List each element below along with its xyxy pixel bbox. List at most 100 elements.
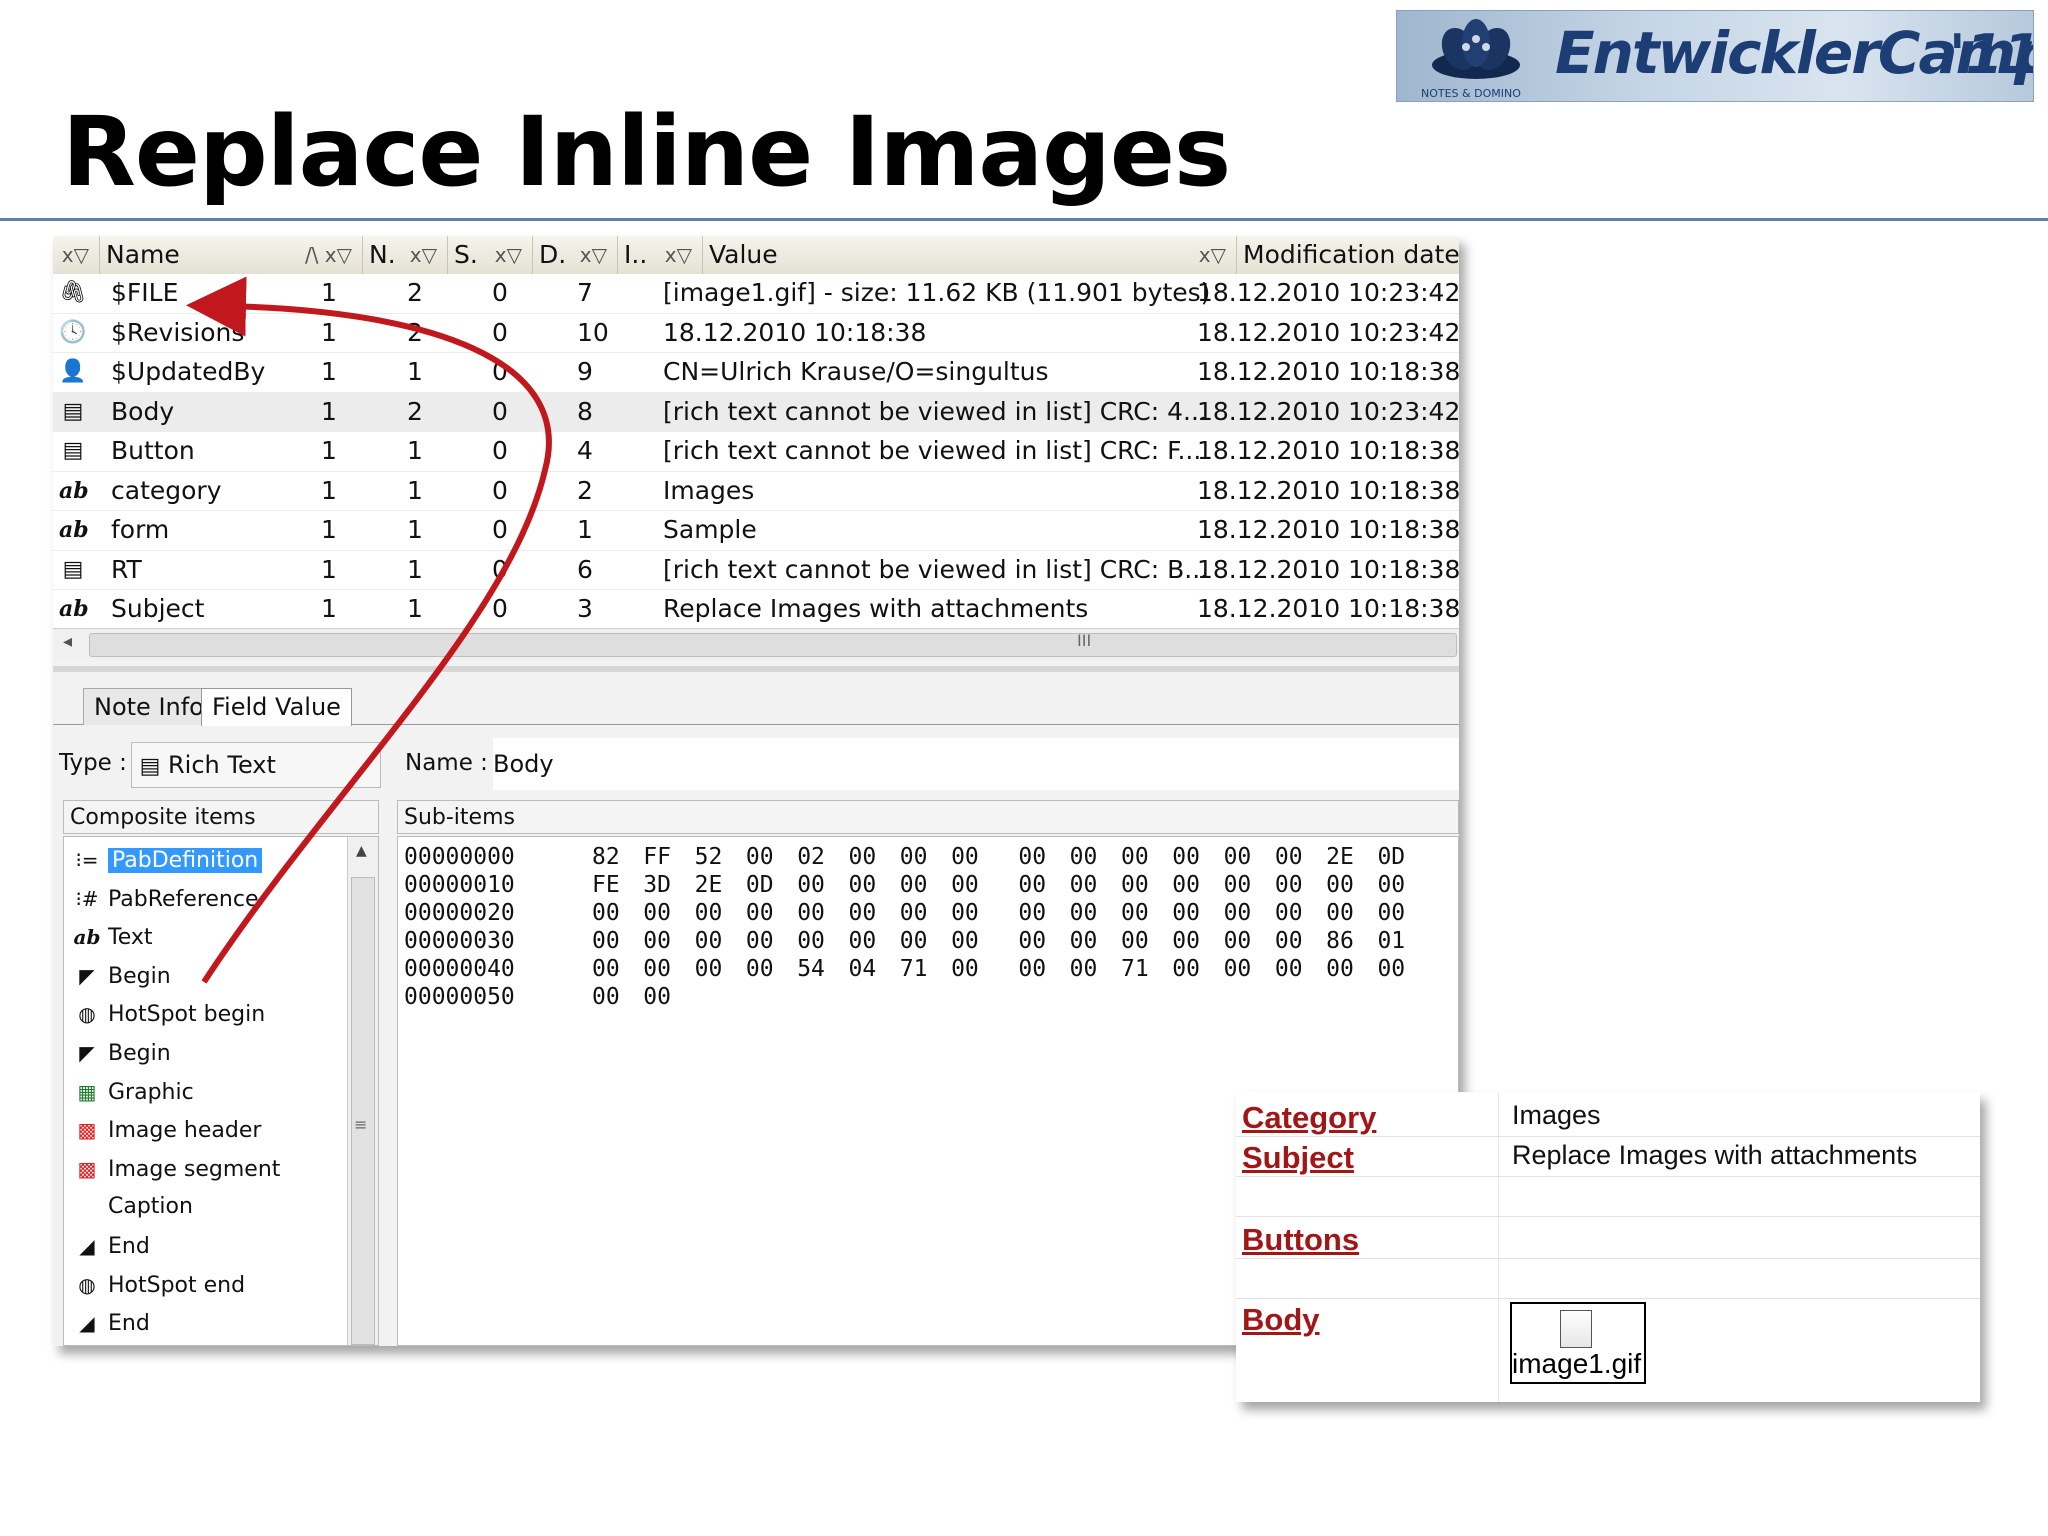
grid-header: x▽ Name/\ x▽ N. x▽ S. x▽ D. x▽ I.. x▽ Value x… bbox=[53, 236, 1460, 275]
paperclip-icon: 🖇 bbox=[59, 280, 87, 305]
composite-item[interactable]: ab Text bbox=[72, 920, 153, 954]
revisions-icon: 🕓 bbox=[59, 319, 87, 345]
cell-n: 1 bbox=[321, 436, 337, 465]
composite-item[interactable]: ◤ Begin bbox=[72, 1036, 170, 1070]
column-header-modification-date[interactable]: Modification date bbox=[1236, 236, 1460, 274]
filter-column-header[interactable]: x▽ bbox=[53, 236, 99, 274]
cell-d: 0 bbox=[492, 554, 508, 584]
column-header-name[interactable]: Name/\ x▽ bbox=[99, 236, 362, 274]
composite-item[interactable]: ▩ Image segment bbox=[72, 1152, 281, 1186]
composite-item[interactable]: ▦ Graphic bbox=[72, 1075, 194, 1109]
table-row[interactable]: ▤ Button 1 1 0 4 [rich text cannot be viewed i… bbox=[53, 432, 1460, 472]
slide-title: Replace Inline Images bbox=[62, 96, 1231, 208]
hex-byte: 00 bbox=[797, 900, 825, 926]
hex-byte: 00 bbox=[1120, 872, 1149, 898]
cell-value: Replace Images with attachments bbox=[663, 594, 1089, 623]
composite-item[interactable]: ◤ Begin bbox=[72, 959, 170, 993]
hex-offset: 00000010 bbox=[404, 872, 515, 898]
end-icon: ◢ bbox=[79, 1234, 95, 1258]
hex-row: 00000000 82 FF 52 00 02 00 00 00 00 00 00 00 00 00 2E 0D bbox=[404, 843, 1429, 871]
composite-item[interactable]: ◍ HotSpot end bbox=[72, 1268, 245, 1302]
filter-icon[interactable]: x▽ bbox=[62, 236, 89, 274]
filter-icon[interactable]: x▽ bbox=[580, 236, 607, 274]
column-header-i[interactable]: I.. x▽ bbox=[617, 236, 702, 274]
cell-i: 3 bbox=[577, 594, 593, 623]
attachment-image1[interactable]: image1.gif bbox=[1510, 1302, 1646, 1384]
cell-n: 1 bbox=[321, 554, 337, 584]
composite-item[interactable]: ◍ HotSpot begin bbox=[72, 997, 265, 1031]
column-header-value[interactable]: Value x▽ bbox=[702, 236, 1236, 274]
sort-filter-icon[interactable]: /\ x▽ bbox=[305, 236, 352, 274]
filter-icon[interactable]: x▽ bbox=[495, 236, 522, 274]
cell-d: 0 bbox=[492, 436, 508, 465]
category-label: Category bbox=[1242, 1100, 1377, 1135]
column-header-n[interactable]: N. x▽ bbox=[362, 236, 447, 274]
splitter[interactable] bbox=[53, 666, 1459, 672]
table-row[interactable]: 🖇 $FILE 1 2 0 7 [image1.gif] - size: 11.62 KB … bbox=[53, 274, 1460, 314]
composite-item[interactable]: ◢ End bbox=[72, 1306, 150, 1340]
table-row[interactable]: ▤ Body 1 2 0 8 [rich text cannot be viewed in … bbox=[53, 392, 1460, 432]
cell-mod: 18.12.2010 10:18:38 bbox=[1197, 475, 1461, 505]
subitems-label: Sub-items bbox=[397, 800, 1459, 834]
scroll-grip-icon: ≡ bbox=[354, 1115, 368, 1134]
cell-d: 0 bbox=[492, 357, 508, 386]
scrollbar-thumb[interactable] bbox=[351, 877, 375, 1345]
table-row[interactable]: ▤ RT 1 1 0 6 [rich text cannot be viewed in li… bbox=[53, 551, 1460, 590]
horizontal-scrollbar[interactable]: ◂ III bbox=[53, 628, 1459, 659]
filter-icon[interactable]: x▽ bbox=[410, 236, 437, 274]
scroll-left-icon[interactable]: ◂ bbox=[63, 631, 72, 652]
field-list: 🖇 $FILE 1 2 0 7 [image1.gif] - size: 11.62 KB … bbox=[53, 274, 1461, 630]
cell-value: Sample bbox=[663, 515, 757, 544]
cell-value: Images bbox=[663, 475, 755, 505]
hex-byte: 00 bbox=[592, 900, 620, 926]
hex-byte: 00 bbox=[951, 900, 979, 926]
cell-s: 1 bbox=[407, 515, 423, 544]
hex-byte: 00 bbox=[1326, 956, 1354, 982]
hex-byte: 00 bbox=[1223, 928, 1252, 954]
column-header-d[interactable]: D. x▽ bbox=[532, 236, 617, 274]
cell-s: 1 bbox=[407, 594, 423, 623]
cell-value: 18.12.2010 10:18:38 bbox=[663, 317, 927, 347]
table-row[interactable]: ab Subject 1 1 0 3 Replace Images with attachm… bbox=[53, 590, 1460, 630]
hex-byte: 01 bbox=[1377, 928, 1406, 954]
hex-byte: 00 bbox=[1223, 956, 1252, 982]
title-divider bbox=[0, 218, 2048, 221]
tab-field-value[interactable]: Field Value bbox=[201, 688, 352, 726]
composite-item[interactable]: ⁝= PabDefinition bbox=[72, 843, 263, 877]
hex-byte: 71 bbox=[899, 956, 928, 982]
composite-item[interactable]: ▩ Image header bbox=[72, 1113, 262, 1147]
hex-byte: 00 bbox=[1018, 900, 1047, 926]
tab-note-info[interactable]: Note Info bbox=[83, 688, 215, 725]
rendered-form: Category Images Subject Replace Images w… bbox=[1236, 1092, 1980, 1402]
vertical-scrollbar[interactable]: ▲ ≡ bbox=[347, 837, 378, 1345]
composite-item[interactable]: ⁝# PabReference bbox=[72, 882, 258, 916]
hex-byte: 00 bbox=[848, 900, 877, 926]
filter-icon[interactable]: x▽ bbox=[1199, 236, 1226, 274]
hex-byte: 00 bbox=[643, 984, 671, 1010]
hex-byte: 54 bbox=[797, 956, 825, 982]
scrollbar-thumb[interactable] bbox=[89, 633, 1457, 657]
logo-subtitle: NOTES & DOMINO bbox=[1421, 87, 1521, 100]
begin-icon: ◤ bbox=[79, 1041, 95, 1065]
detail-tabs: Note Info Field Value bbox=[53, 680, 1459, 726]
hex-byte: 02 bbox=[797, 844, 825, 870]
composite-item[interactable]: ◢ End bbox=[72, 1229, 150, 1263]
hex-byte: 00 bbox=[592, 956, 620, 982]
filter-icon[interactable]: x▽ bbox=[665, 236, 692, 274]
column-header-s[interactable]: S. x▽ bbox=[447, 236, 532, 274]
table-row[interactable]: ab category 1 1 0 2 Images 18.12.2010 10:18:38 bbox=[53, 472, 1461, 511]
table-row[interactable]: ab form 1 1 0 1 Sample 18.12.2010 10:18:38 bbox=[53, 511, 1460, 551]
composite-item[interactable]: Caption bbox=[72, 1190, 193, 1224]
form-row-buttons: Buttons bbox=[1236, 1216, 1980, 1259]
hex-byte: 00 bbox=[694, 956, 723, 982]
composite-item-label: Text bbox=[108, 925, 153, 951]
hex-byte: 00 bbox=[1172, 844, 1200, 870]
hex-byte: 00 bbox=[1120, 900, 1149, 926]
table-row[interactable]: 👤 $UpdatedBy 1 1 0 9 CN=Ulrich Krause/O=singul… bbox=[53, 353, 1460, 393]
hex-byte: 04 bbox=[848, 956, 877, 982]
cell-s: 2 bbox=[407, 317, 423, 347]
scroll-grip: III bbox=[1077, 631, 1092, 650]
table-row[interactable]: 🕓 $Revisions 1 2 0 10 18.12.2010 10:18:38 18.12… bbox=[53, 314, 1461, 353]
cell-mod: 18.12.2010 10:23:42 bbox=[1197, 317, 1461, 347]
scroll-up-icon[interactable]: ▲ bbox=[356, 843, 367, 859]
